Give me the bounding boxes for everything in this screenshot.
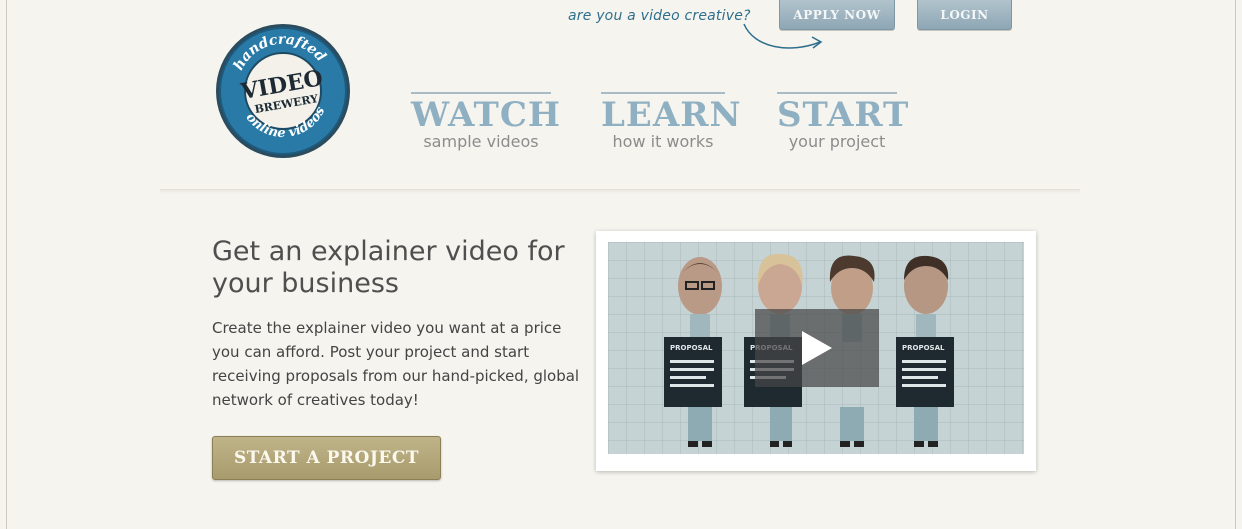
apply-now-button[interactable]: APPLY NOW	[779, 0, 895, 30]
nav-watch-title: WATCH	[411, 95, 562, 135]
start-project-button[interactable]: START A PROJECT	[212, 436, 441, 480]
login-button[interactable]: LOGIN	[917, 0, 1012, 30]
nav-start-title: START	[777, 95, 910, 135]
header-divider	[160, 189, 1080, 194]
nav-rule	[601, 92, 725, 94]
nav-learn-title: LEARN	[601, 95, 742, 135]
nav-learn-subtitle: how it works	[612, 132, 714, 151]
nav-start-subtitle: your project	[788, 132, 886, 151]
video-person: PROPOSAL	[896, 255, 954, 447]
creative-prompt: are you a video creative?	[568, 8, 751, 24]
nav-watch[interactable]: WATCH sample videos	[411, 92, 562, 152]
nav-start[interactable]: START your project	[777, 92, 910, 152]
hero-headline: Get an explainer video for your business	[212, 236, 565, 299]
play-icon	[802, 331, 832, 365]
nav-rule	[777, 92, 897, 94]
video-player[interactable]: PROPOSAL PROPOSAL	[608, 242, 1024, 454]
video-brewery-logo[interactable]: handcrafted online videos VIDEO BREWERY	[214, 22, 352, 160]
nav-learn[interactable]: LEARN how it works	[601, 92, 742, 152]
sign-label: PROPOSAL	[670, 344, 713, 352]
nav-watch-subtitle: sample videos	[423, 132, 539, 151]
hero-body: Create the explainer video you want at a…	[212, 319, 580, 409]
video-card: PROPOSAL PROPOSAL	[596, 231, 1036, 471]
sign-label: PROPOSAL	[902, 344, 945, 352]
video-person: PROPOSAL	[664, 257, 722, 447]
nav-rule	[411, 92, 551, 94]
play-button[interactable]	[755, 309, 879, 387]
